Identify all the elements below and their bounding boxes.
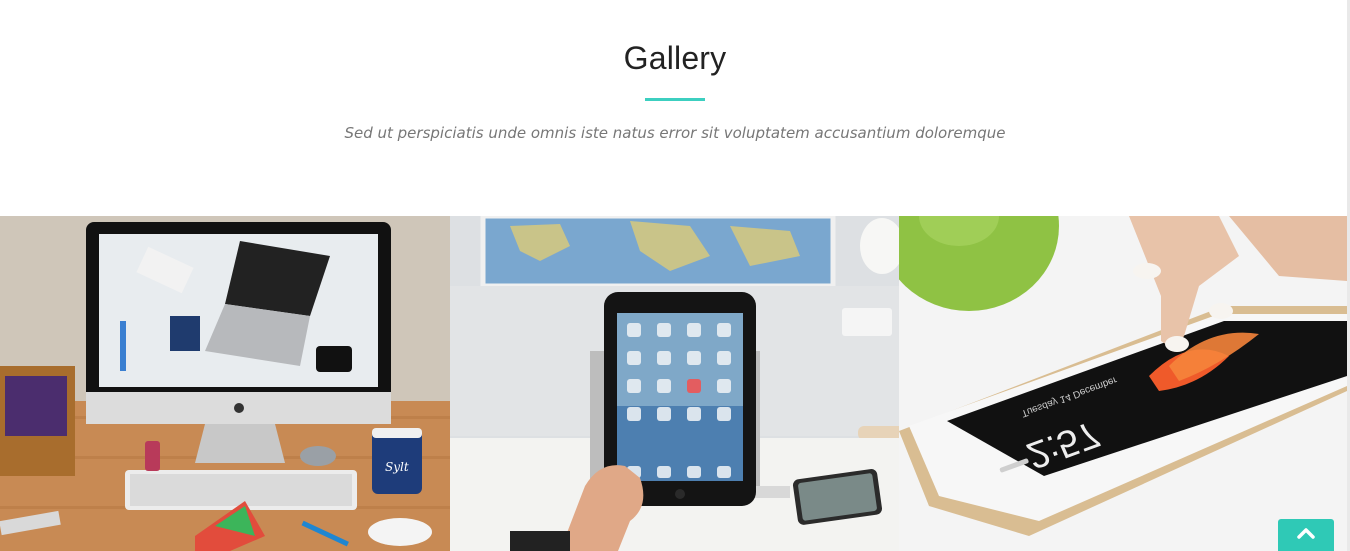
section-subtitle: Sed ut perspiciatis unde omnis iste natu…: [344, 124, 1006, 142]
gallery-page: Gallery Sed ut perspiciatis unde omnis i…: [0, 0, 1350, 551]
chevron-up-icon: [1297, 528, 1315, 539]
gallery-grid: Sylt 2:57 Tuesday 14 December: [0, 216, 1350, 551]
title-underline: [645, 98, 705, 101]
smartphone-touch-image: 2:57 Tuesday 14 December: [899, 216, 1347, 551]
mug-label: Sylt: [385, 460, 409, 474]
scroll-to-top-button[interactable]: [1278, 519, 1334, 551]
gallery-item-workspace[interactable]: Sylt: [0, 216, 450, 551]
gallery-item-tablet[interactable]: [450, 216, 899, 551]
gallery-header: Gallery Sed ut perspiciatis unde omnis i…: [0, 0, 1350, 216]
section-title: Gallery: [623, 40, 727, 76]
tablet-in-hand-image: [450, 216, 899, 551]
gallery-item-smartphone[interactable]: 2:57 Tuesday 14 December: [899, 216, 1347, 551]
imac-workspace-image: Sylt: [0, 216, 450, 551]
